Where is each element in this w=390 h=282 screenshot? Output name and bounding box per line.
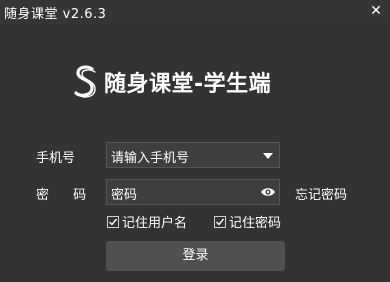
brand-s-logo-icon [74,65,96,98]
remember-password-label: 记住密码 [229,216,282,231]
password-field[interactable]: 密码 [106,179,280,205]
brand-header: 随身课堂-学生端 [72,64,271,100]
remember-password-checkbox[interactable]: 记住密码 [214,212,281,231]
login-window: 随身课堂 v2.6.3 ✕ 随身课堂-学生端 手机号 请输入手机号 密 码 密码… [0,0,390,282]
password-input-text: 密码 [111,188,138,203]
phone-input-text: 请输入手机号 [111,151,190,166]
remember-password-box[interactable] [214,215,226,228]
chevron-down-icon[interactable] [263,153,273,159]
forgot-password-link[interactable]: 忘记密码 [295,184,347,203]
phone-label: 手机号 [36,151,76,166]
title-bar[interactable]: 随身课堂 v2.6.3 ✕ [0,0,390,24]
phone-dropdown[interactable]: 请输入手机号 [106,142,280,168]
checkmark-icon [216,218,225,226]
eye-icon[interactable] [260,185,276,199]
remember-username-label: 记住用户名 [122,216,188,231]
close-icon[interactable]: ✕ [366,1,386,21]
brand-title: 随身课堂-学生端 [104,72,272,97]
window-title: 随身课堂 v2.6.3 [4,7,107,22]
checkmark-icon [109,218,118,226]
remember-username-box[interactable] [107,215,119,228]
login-button[interactable]: 登录 [106,241,285,271]
remember-username-checkbox[interactable]: 记住用户名 [107,212,187,231]
password-label: 密 码 [36,188,97,203]
